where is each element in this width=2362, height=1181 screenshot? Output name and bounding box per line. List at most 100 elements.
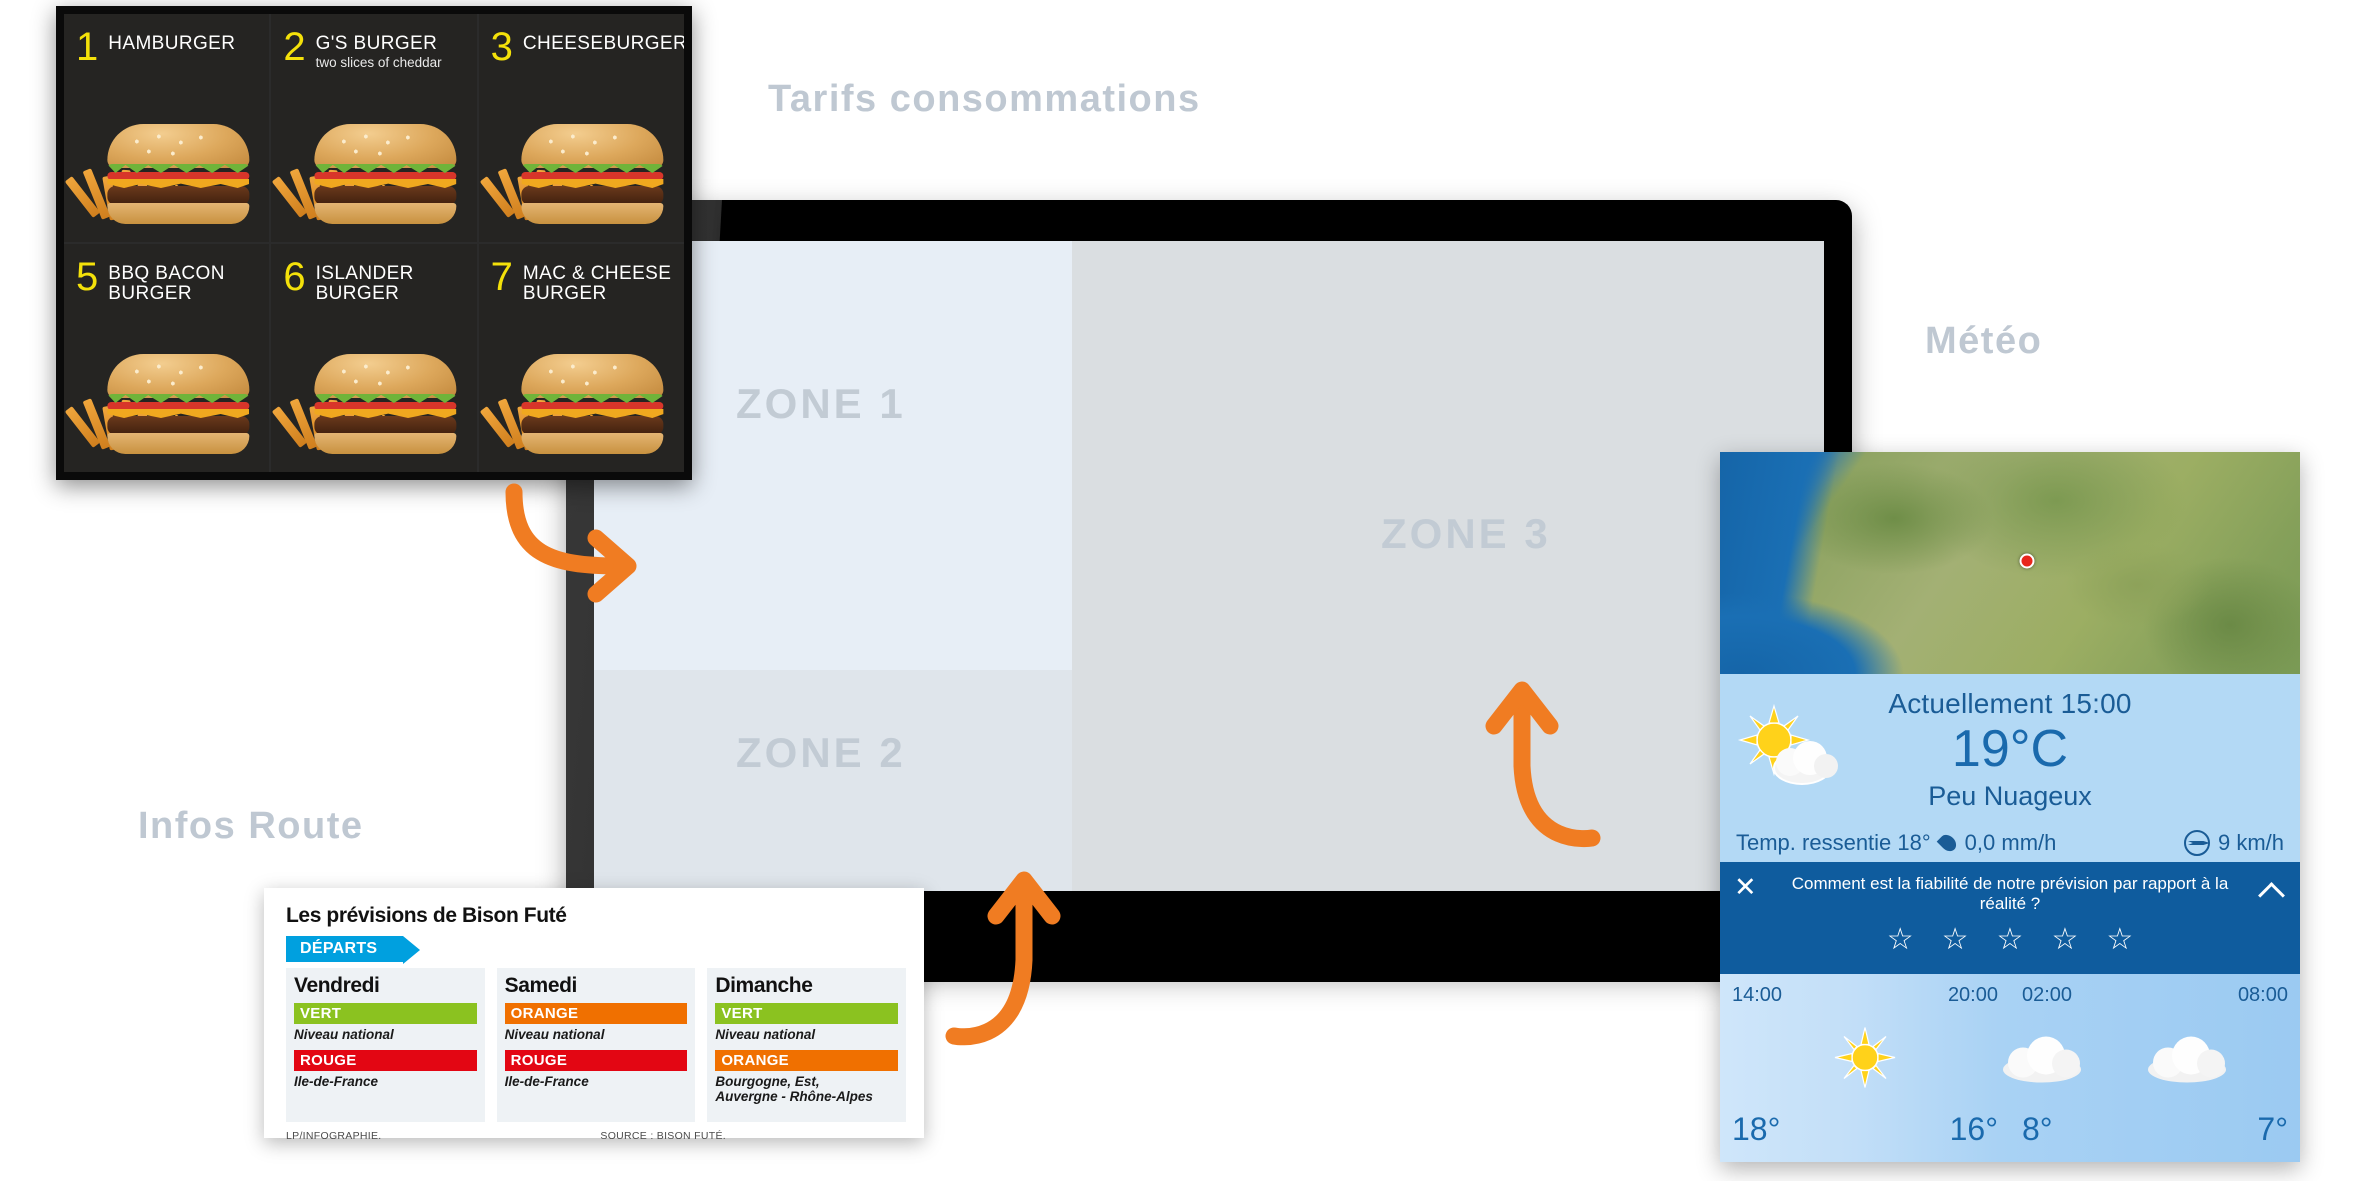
burger-icon xyxy=(521,354,664,454)
star-icon[interactable]: ☆ xyxy=(1887,924,1914,955)
zone-3[interactable]: ZONE 3 xyxy=(1071,241,1824,891)
menu-item-number: 2 xyxy=(283,25,306,69)
menu-item-cell[interactable]: 1 HAMBURGER xyxy=(64,14,270,242)
bison-columns: Vendredi VERT Niveau national ROUGE Ile-de-F… xyxy=(286,968,907,1123)
hourly-forecast-cell[interactable]: 08:00 7° xyxy=(2147,974,2300,1162)
raindrop-icon xyxy=(1936,831,1959,855)
menu-item-number: 7 xyxy=(490,255,513,299)
diagram-canvas: Tarifs consommations Météo Infos Route Z… xyxy=(0,0,2362,1181)
burger-icon xyxy=(107,124,250,224)
menu-item-sub: two slices of cheddar xyxy=(315,55,442,70)
zone-2[interactable]: ZONE 2 xyxy=(594,670,1072,891)
weather-precipitation: 0,0 mm/h xyxy=(1964,830,2057,855)
monitor-screen: ZONE 1 ZONE 2 ZONE 3 xyxy=(594,241,1824,891)
bison-level-area: Ile-de-France xyxy=(504,1074,589,1090)
star-icon[interactable]: ☆ xyxy=(2106,924,2133,955)
hourly-forecast-cell[interactable]: 20:00 16° xyxy=(1834,974,2010,1162)
menu-item-text: BBQ BACON BURGER xyxy=(108,260,259,304)
star-icon[interactable]: ☆ xyxy=(2051,924,2078,955)
star-icon[interactable]: ☆ xyxy=(1997,924,2024,955)
feedback-star-rating[interactable]: ☆ ☆ ☆ ☆ ☆ xyxy=(1734,924,2286,955)
burger-icon xyxy=(314,124,457,224)
menu-item-number: 5 xyxy=(76,255,99,299)
burger-illustration xyxy=(271,344,476,462)
bison-day-name: Dimanche xyxy=(715,974,813,997)
bison-day-name: Vendredi xyxy=(294,974,380,997)
menu-item-text: MAC & CHEESE BURGER xyxy=(523,260,674,304)
bison-level-area: Niveau national xyxy=(504,1027,605,1042)
departs-tag: DÉPARTS xyxy=(286,936,421,964)
bison-day-column: Samedi ORANGE Niveau national ROUGE Ile-de-F… xyxy=(496,968,696,1123)
hourly-time: 14:00 xyxy=(1732,984,1783,1006)
wind-icon xyxy=(2183,830,2210,856)
menu-item-head: 7 MAC & CHEESE BURGER xyxy=(490,255,674,304)
menu-item-name: HAMBURGER xyxy=(108,33,236,54)
weather-hourly-forecast[interactable]: 14:00 18° 20:00 16° 02:00 8° 08:00 7° xyxy=(1720,974,2300,1162)
burger-illustration xyxy=(271,114,476,232)
burger-icon xyxy=(521,124,664,224)
star-icon[interactable]: ☆ xyxy=(1942,924,1969,955)
feedback-question: Comment est la fiabilité de notre prévis… xyxy=(1791,874,2229,914)
close-icon[interactable]: ✕ xyxy=(1734,874,1757,901)
menu-item-head: 3 CHEESEBURGER xyxy=(491,27,684,67)
menu-item-text: HAMBURGER xyxy=(108,30,235,54)
bison-level-badge: ROUGE xyxy=(504,1050,688,1072)
burger-illustration xyxy=(479,344,684,462)
menu-grid: 1 HAMBURGER 2 G'S BURGER two slices of chedd… xyxy=(64,14,684,472)
menu-item-head: 5 BBQ BACON BURGER xyxy=(76,255,259,304)
menu-item-cell[interactable]: 7 MAC & CHEESE BURGER xyxy=(478,244,684,472)
weather-wind: 9 km/h xyxy=(2217,830,2284,855)
burger-illustration xyxy=(479,114,684,232)
section-title-meteo: Météo xyxy=(1925,320,2043,362)
menu-item-cell[interactable]: 3 CHEESEBURGER xyxy=(478,14,684,242)
bison-level-area: Ile-de-France xyxy=(294,1074,379,1090)
menu-item-name: CHEESEBURGER xyxy=(522,33,684,54)
map-location-marker xyxy=(2019,553,2035,569)
menu-item-number: 6 xyxy=(283,255,306,299)
weather-wind-group: 9 km/h xyxy=(2183,830,2284,856)
menu-item-name: MAC & CHEESE BURGER xyxy=(522,263,672,304)
chevron-up-icon[interactable] xyxy=(2262,878,2284,900)
bison-day-column: Dimanche VERT Niveau national ORANGE Bourgog… xyxy=(707,968,907,1123)
hourly-temp: 16° xyxy=(1949,1111,1998,1147)
hourly-temp: 8° xyxy=(2022,1111,2053,1147)
cloud-icon xyxy=(1999,1032,2085,1089)
menu-item-cell[interactable]: 6 ISLANDER BURGER xyxy=(271,244,477,472)
bison-level-badge: ROUGE xyxy=(294,1050,477,1072)
zone-3-label: ZONE 3 xyxy=(1380,510,1551,557)
section-title-infos-route: Infos Route xyxy=(138,805,364,847)
hourly-time: 08:00 xyxy=(2237,984,2288,1006)
sun-cloud-icon xyxy=(1734,703,1844,790)
bison-level-area: Niveau national xyxy=(294,1027,394,1042)
menu-item-head: 1 HAMBURGER xyxy=(76,25,259,69)
bison-credit: LP/INFOGRAPHIE. xyxy=(286,1130,382,1143)
menu-item-cell[interactable]: 2 G'S BURGER two slices of cheddar xyxy=(271,14,477,242)
weather-feels-like: Temp. ressentie 18° xyxy=(1736,830,1931,855)
bison-level-badge: ORANGE xyxy=(504,1003,688,1024)
bison-level-badge: ORANGE xyxy=(715,1050,899,1072)
weather-metrics: Temp. ressentie 18° 0,0 mm/h 9 km/h xyxy=(1720,830,2300,856)
bison-footer: LP/INFOGRAPHIE. SOURCE : BISON FUTÉ. xyxy=(286,1130,906,1142)
hourly-temp: 7° xyxy=(2257,1111,2288,1147)
hourly-forecast-cell[interactable]: 02:00 8° xyxy=(2002,974,2155,1162)
bison-level-badge: VERT xyxy=(294,1003,477,1024)
burger-illustration xyxy=(64,114,269,232)
bison-title: Les prévisions de Bison Futé xyxy=(286,904,567,927)
map-ocean-southwest xyxy=(1720,554,1980,674)
menu-item-cell[interactable]: 5 BBQ BACON BURGER xyxy=(64,244,270,472)
menu-item-number: 1 xyxy=(76,25,99,69)
menu-item-text: G'S BURGER two slices of cheddar xyxy=(316,30,442,71)
menu-item-text: CHEESEBURGER xyxy=(523,30,684,54)
monitor-mockup: ZONE 1 ZONE 2 ZONE 3 xyxy=(566,200,1852,970)
cloud-icon xyxy=(2144,1032,2230,1089)
weather-map[interactable] xyxy=(1720,452,2300,674)
bison-level-area: Bourgogne, Est, Auvergne - Rhône-Alpes xyxy=(715,1074,873,1105)
menu-item-name: ISLANDER BURGER xyxy=(315,263,414,304)
bison-level-area: Niveau national xyxy=(715,1027,816,1042)
weather-current-panel: Actuellement 15:00 19°C Peu Nuageux Temp… xyxy=(1720,674,2300,862)
burger-icon xyxy=(314,354,457,454)
menu-item-name: BBQ BACON BURGER xyxy=(108,263,225,304)
bison-day-name: Samedi xyxy=(504,974,578,997)
sun-icon xyxy=(1830,1023,1900,1098)
hourly-time: 02:00 xyxy=(2022,984,2073,1006)
